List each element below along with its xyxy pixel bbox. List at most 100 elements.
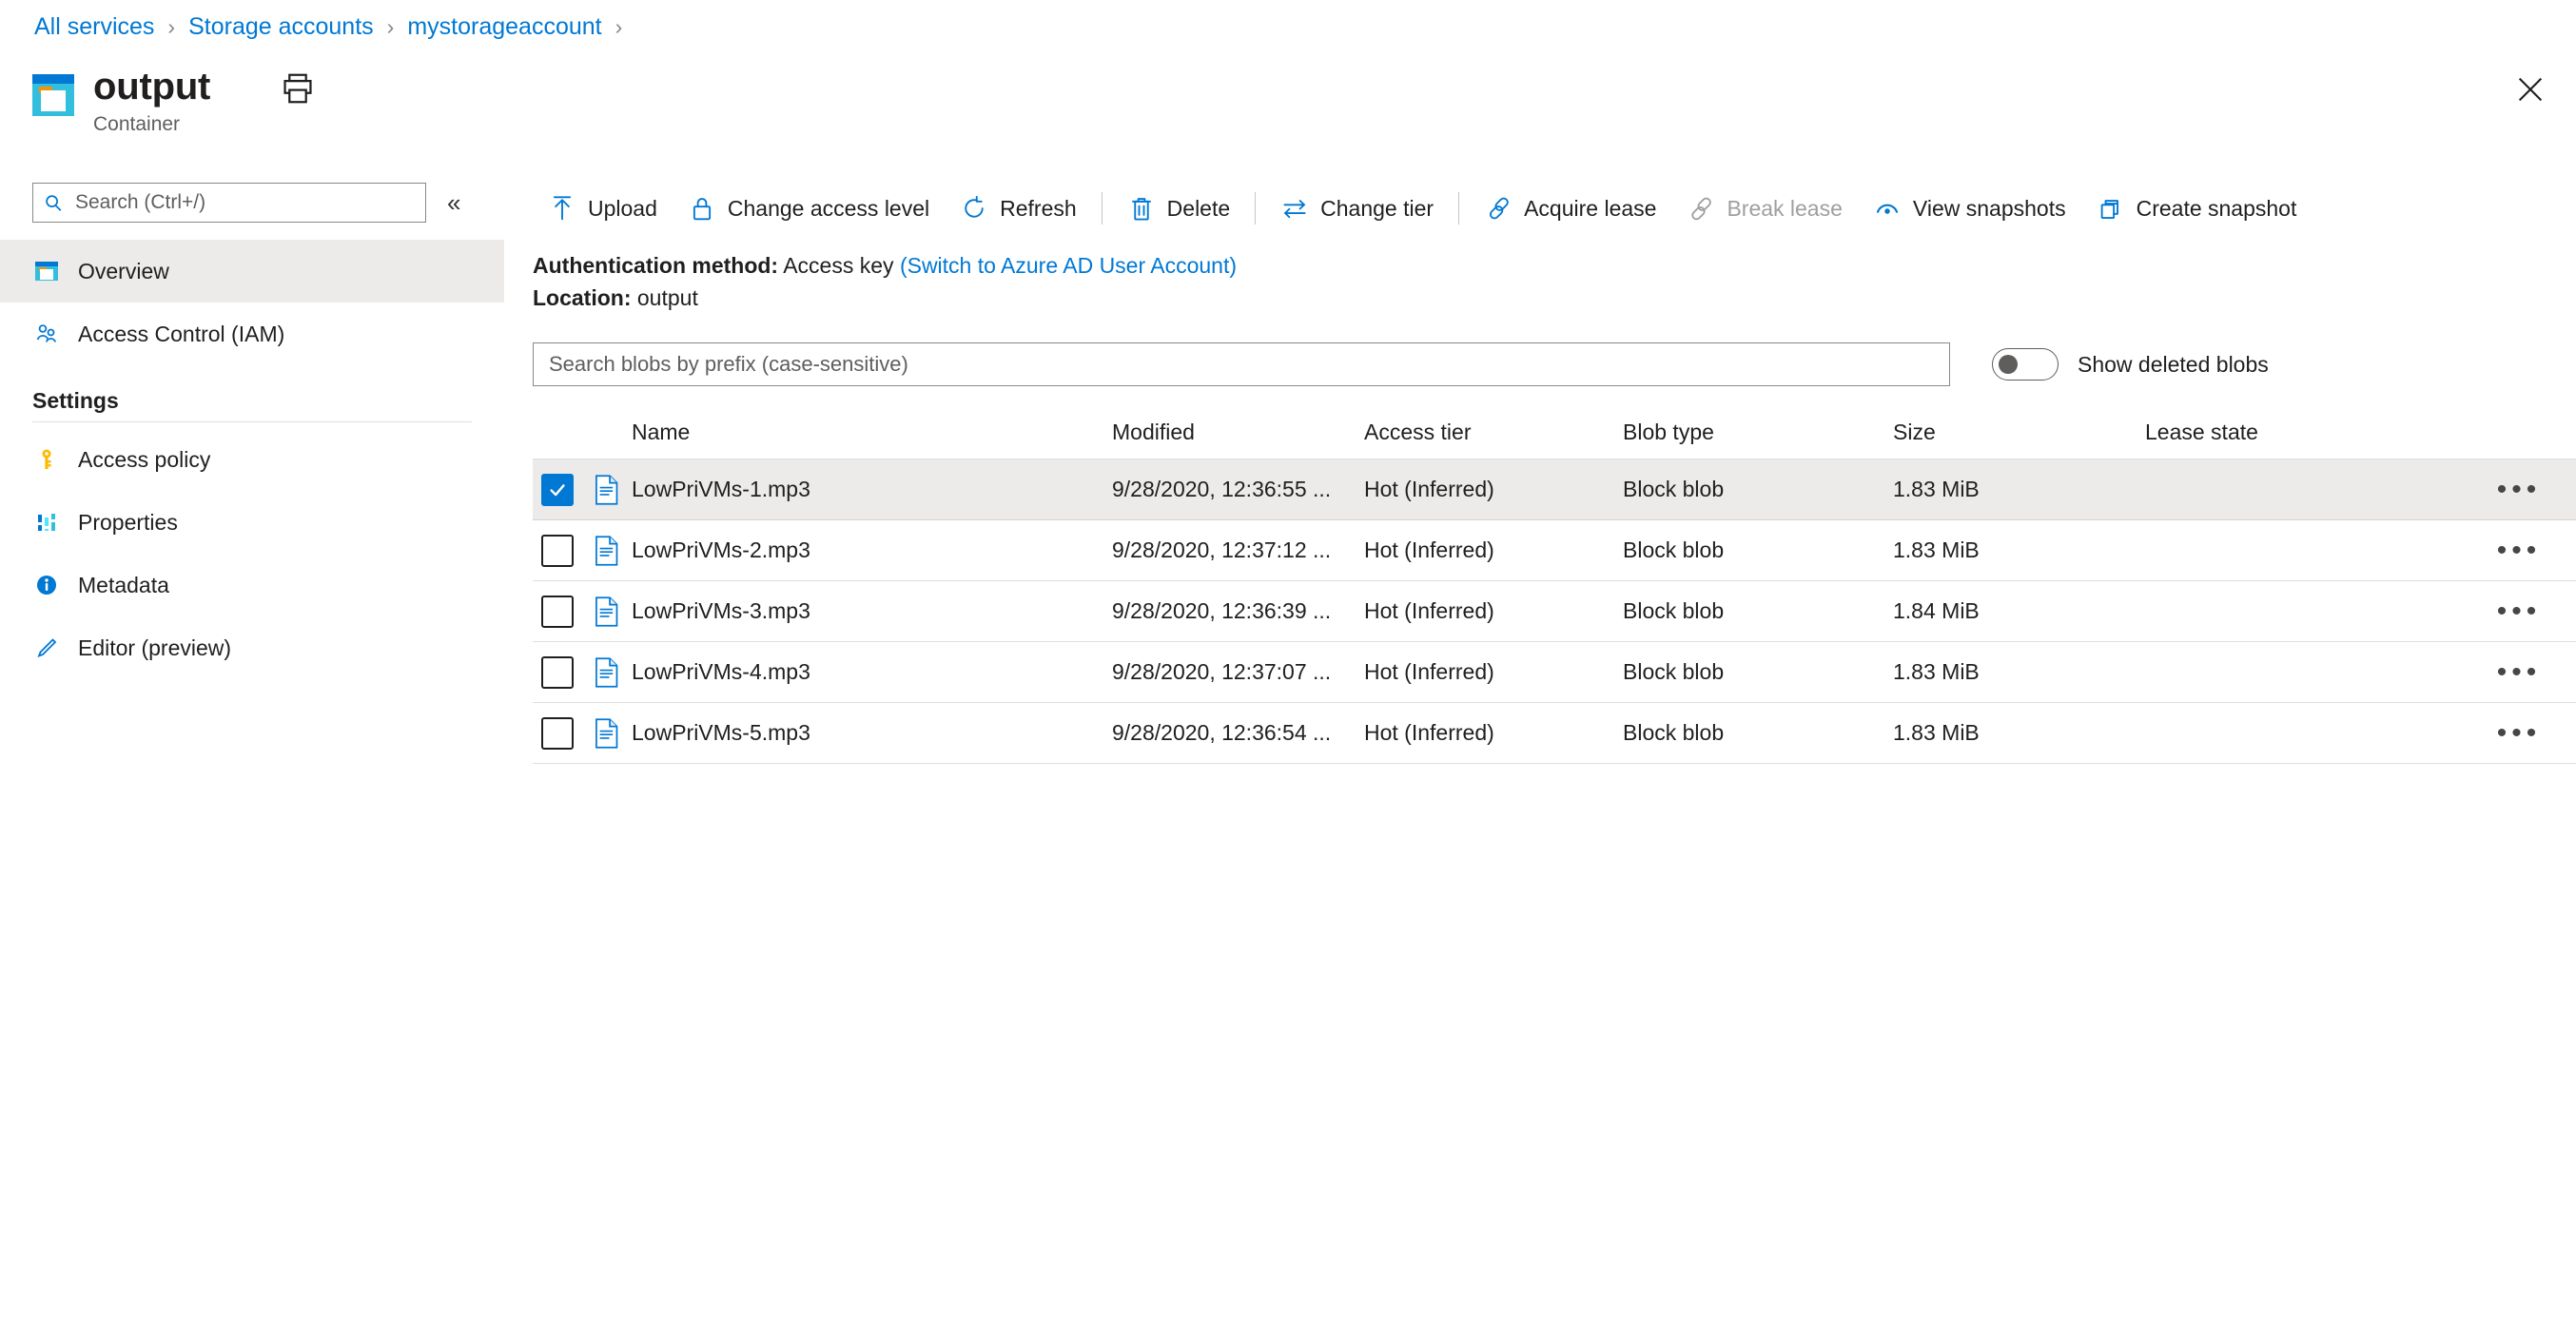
- toolbar-button-upload[interactable]: Upload: [533, 184, 673, 233]
- table-row[interactable]: LowPriVMs-1.mp3 9/28/2020, 12:36:55 ... Ho…: [533, 459, 2576, 520]
- table-row[interactable]: LowPriVMs-5.mp3 9/28/2020, 12:36:54 ... Ho…: [533, 703, 2576, 764]
- toolbar-separator: [1255, 192, 1257, 225]
- sidebar-item-label: Metadata: [78, 572, 169, 597]
- print-icon[interactable]: [280, 70, 316, 107]
- breadcrumb-separator: ›: [615, 14, 623, 39]
- upload-icon: [548, 194, 576, 223]
- sidebar-item-label: Properties: [78, 509, 178, 535]
- cell-blob-type: Block blob: [1623, 720, 1725, 745]
- file-icon: [582, 474, 632, 505]
- toolbar-button-label: Upload: [588, 195, 657, 221]
- cell-modified: 9/28/2020, 12:36:39 ...: [1112, 598, 1332, 623]
- row-more-options-button[interactable]: •••: [2462, 642, 2576, 702]
- table-row[interactable]: LowPriVMs-2.mp3 9/28/2020, 12:37:12 ... Ho…: [533, 520, 2576, 581]
- close-button[interactable]: [2508, 67, 2553, 112]
- key-icon: [32, 445, 61, 474]
- blob-search-input[interactable]: [547, 351, 1936, 378]
- row-checkbox[interactable]: [541, 595, 574, 628]
- sidebar-item-overview[interactable]: Overview: [0, 240, 504, 303]
- row-checkbox-cell: [533, 534, 582, 567]
- auth-info-block: Authentication method: Access key (Switc…: [533, 249, 1237, 314]
- cell-modified: 9/28/2020, 12:36:54 ...: [1112, 720, 1332, 745]
- auth-method-value: Access key: [783, 253, 894, 278]
- toggle-knob: [1999, 355, 2018, 374]
- toolbar-button-label: View snapshots: [1912, 195, 2066, 221]
- location-value: output: [636, 285, 698, 310]
- sidebar-item-access-control[interactable]: Access Control (IAM): [0, 303, 504, 365]
- command-toolbar: Upload Change access level Refresh Delete Ch…: [533, 181, 2312, 236]
- row-more-options-button[interactable]: •••: [2462, 520, 2576, 580]
- bars-icon: [32, 508, 61, 537]
- page-title: output: [93, 66, 211, 107]
- sidebar-item-access-policy[interactable]: Access policy: [0, 428, 504, 491]
- row-checkbox[interactable]: [541, 716, 574, 750]
- file-icon: [582, 596, 632, 627]
- toolbar-button-acquire-lease[interactable]: Acquire lease: [1469, 184, 1671, 233]
- cell-name: LowPriVMs-2.mp3: [632, 537, 810, 562]
- column-header-lease-state[interactable]: Lease state: [2145, 420, 2576, 445]
- sidebar-search-box[interactable]: [32, 183, 426, 223]
- row-checkbox[interactable]: [541, 655, 574, 689]
- collapse-sidebar-button[interactable]: «: [447, 190, 460, 215]
- page-title-row: output Container: [32, 65, 210, 136]
- sidebar: « Overview: [0, 169, 504, 1328]
- row-more-options-button[interactable]: •••: [2462, 581, 2576, 641]
- table-header-row: Name Modified Access tier Blob type Size…: [533, 405, 2576, 459]
- filter-row: Show deleted blobs: [533, 342, 2269, 386]
- toolbar-separator: [1458, 192, 1460, 225]
- search-icon: [43, 192, 64, 213]
- sidebar-item-label: Editor (preview): [78, 635, 232, 660]
- show-deleted-blobs-toggle[interactable]: [1992, 348, 2059, 381]
- acquire-lease-icon: [1484, 194, 1512, 223]
- column-header-name[interactable]: Name: [632, 420, 1112, 445]
- toolbar-button-refresh[interactable]: Refresh: [945, 184, 1092, 233]
- sidebar-item-metadata[interactable]: Metadata: [0, 554, 504, 616]
- row-more-options-button[interactable]: •••: [2462, 459, 2576, 519]
- toolbar-button-delete[interactable]: Delete: [1112, 184, 1245, 233]
- cell-size: 1.83 MiB: [1893, 477, 1980, 501]
- toolbar-button-label: Delete: [1166, 195, 1231, 221]
- cell-size: 1.84 MiB: [1893, 598, 1980, 623]
- row-checkbox-cell: [533, 716, 582, 750]
- table-row[interactable]: LowPriVMs-4.mp3 9/28/2020, 12:37:07 ... Ho…: [533, 642, 2576, 703]
- breadcrumb-item-1[interactable]: Storage accounts: [188, 13, 374, 41]
- toolbar-button-change-access-level[interactable]: Change access level: [673, 184, 945, 233]
- sidebar-item-properties[interactable]: Properties: [0, 491, 504, 554]
- cell-blob-type: Block blob: [1623, 659, 1725, 684]
- breadcrumb-item-2[interactable]: mystorageaccount: [407, 13, 601, 41]
- column-header-size[interactable]: Size: [1893, 420, 2145, 445]
- location-line: Location: output: [533, 282, 1237, 314]
- toolbar-button-break-lease: Break lease: [1671, 184, 1857, 233]
- cell-access-tier: Hot (Inferred): [1364, 598, 1494, 623]
- cell-modified: 9/28/2020, 12:36:55 ...: [1112, 477, 1332, 501]
- file-icon: [582, 717, 632, 749]
- row-checkbox[interactable]: [541, 473, 574, 506]
- location-label: Location:: [533, 285, 632, 310]
- breadcrumb-item-0[interactable]: All services: [34, 13, 154, 41]
- switch-auth-link[interactable]: (Switch to Azure AD User Account): [900, 253, 1237, 278]
- search-input[interactable]: [73, 190, 416, 215]
- column-header-modified[interactable]: Modified: [1112, 420, 1364, 445]
- auth-method-line: Authentication method: Access key (Switc…: [533, 249, 1237, 282]
- sidebar-item-editor-preview[interactable]: Editor (preview): [0, 616, 504, 679]
- blob-search-box[interactable]: [533, 342, 1950, 386]
- sidebar-search-row: «: [32, 183, 460, 223]
- row-more-options-button[interactable]: •••: [2462, 703, 2576, 763]
- cell-access-tier: Hot (Inferred): [1364, 477, 1494, 501]
- sidebar-item-label: Overview: [78, 258, 169, 283]
- column-header-blob-type[interactable]: Blob type: [1623, 420, 1893, 445]
- cell-modified: 9/28/2020, 12:37:07 ...: [1112, 659, 1332, 684]
- table-row[interactable]: LowPriVMs-3.mp3 9/28/2020, 12:36:39 ... Ho…: [533, 581, 2576, 642]
- container-icon: [32, 74, 74, 116]
- toolbar-button-view-snapshots[interactable]: View snapshots: [1858, 184, 2081, 233]
- column-header-access-tier[interactable]: Access tier: [1364, 420, 1623, 445]
- cell-size: 1.83 MiB: [1893, 720, 1980, 745]
- cell-name: LowPriVMs-3.mp3: [632, 598, 810, 623]
- create-snapshot-icon: [2097, 194, 2125, 223]
- row-checkbox[interactable]: [541, 534, 574, 567]
- toolbar-button-label: Break lease: [1727, 195, 1843, 221]
- toolbar-button-label: Acquire lease: [1524, 195, 1657, 221]
- cell-size: 1.83 MiB: [1893, 537, 1980, 562]
- toolbar-button-create-snapshot[interactable]: Create snapshot: [2081, 184, 2313, 233]
- toolbar-button-change-tier[interactable]: Change tier: [1265, 184, 1449, 233]
